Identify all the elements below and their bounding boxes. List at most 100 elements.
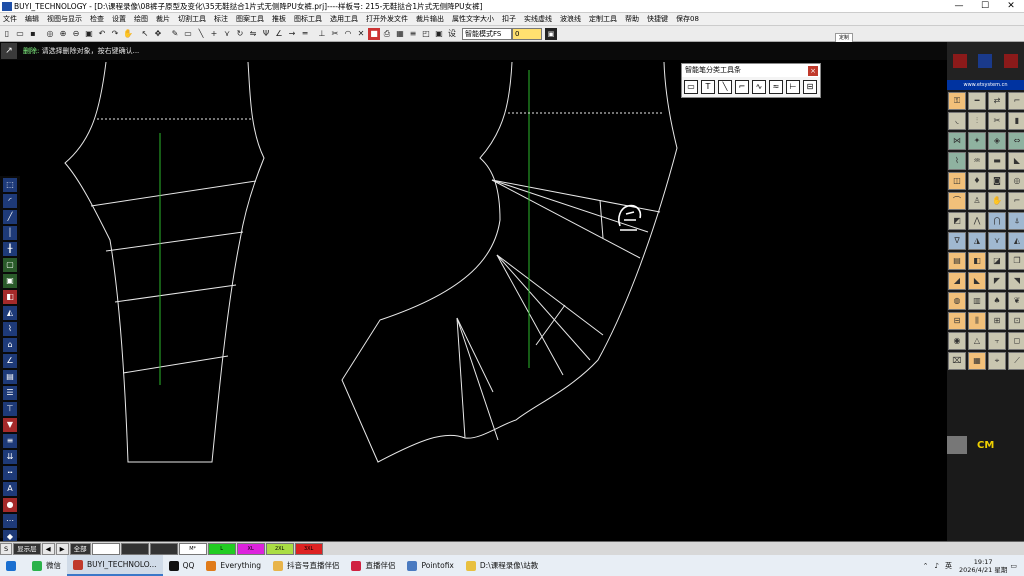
menu-item-pattern-tools[interactable]: 图案工具 xyxy=(232,14,268,24)
skirt-icon[interactable]: ⋀ xyxy=(968,212,986,230)
taskbar-item[interactable]: BUYI_TECHNOLO... xyxy=(67,555,163,576)
vertical-tool-icon[interactable]: │ xyxy=(3,226,17,240)
dart-tool-icon[interactable]: ⌇ xyxy=(3,322,17,336)
open-file-icon[interactable]: ▭ xyxy=(14,28,26,40)
cup-icon[interactable]: ◩ xyxy=(948,212,966,230)
collar-icon[interactable]: ∇ xyxy=(948,232,966,250)
bracket-pen-icon[interactable]: ⊢ xyxy=(786,80,800,94)
pointer-mode-icon[interactable]: ↗ xyxy=(1,43,17,59)
cuff-icon[interactable]: ◮ xyxy=(968,232,986,250)
smart-pen-toolbar-close[interactable]: × xyxy=(808,66,818,76)
print-icon[interactable]: ⎙ xyxy=(381,28,393,40)
mirror-icon[interactable]: ⇋ xyxy=(247,28,259,40)
menu-item-annotate[interactable]: 标注 xyxy=(210,14,232,24)
ime-indicator[interactable]: 英 xyxy=(945,561,952,571)
corner-pen-icon[interactable]: ⌐ xyxy=(735,80,749,94)
column-icon[interactable]: ▥ xyxy=(968,292,986,310)
copy-icon[interactable]: ❐ xyxy=(1008,252,1024,270)
key-tool-icon[interactable]: ⚿ xyxy=(948,92,966,110)
zoom-in-icon[interactable]: ⊕ xyxy=(57,28,69,40)
nav-right-button[interactable]: ▶ xyxy=(55,542,69,555)
gear-icon[interactable] xyxy=(947,436,967,454)
mode-select[interactable]: 智能模式FS xyxy=(462,27,512,40)
table-tool-icon[interactable]: ▤ xyxy=(3,370,17,384)
value-input[interactable]: 0 xyxy=(512,27,542,40)
hidden-tool-icon[interactable]: ⋯ xyxy=(3,514,17,528)
tape-measure-icon[interactable]: ⊟ xyxy=(948,312,966,330)
fit-icon[interactable]: ▣ xyxy=(83,28,95,40)
menu-item-pieces[interactable]: 裁片 xyxy=(152,14,174,24)
size-swatch[interactable] xyxy=(120,542,149,555)
redo-icon[interactable]: ↷ xyxy=(109,28,121,40)
bucket-icon[interactable]: ◍ xyxy=(948,292,966,310)
menu-item-save08[interactable]: 保存08 xyxy=(672,14,703,24)
bulb-icon[interactable]: ♦ xyxy=(968,172,986,190)
shoe-icon[interactable]: ◣ xyxy=(1008,152,1024,170)
hand-icon[interactable]: ✋ xyxy=(122,28,134,40)
apply-icon[interactable]: ▣ xyxy=(545,27,557,40)
square-icon[interactable]: ◻ xyxy=(1008,332,1024,350)
marker-icon[interactable]: ⫶ xyxy=(968,112,986,130)
parallel-icon[interactable]: ═ xyxy=(299,28,311,40)
rotate-icon[interactable]: ↻ xyxy=(234,28,246,40)
t-pen-icon[interactable]: T xyxy=(701,80,715,94)
bars-icon[interactable]: ⫼ xyxy=(968,312,986,330)
roll-icon[interactable]: ◉ xyxy=(948,332,966,350)
display-layer-button[interactable]: 显示层 xyxy=(13,542,41,555)
drawing-canvas[interactable] xyxy=(20,60,946,541)
settings-icon[interactable]: 设 xyxy=(446,28,458,40)
frame-tool-icon[interactable]: ▢ xyxy=(3,258,17,272)
arrow-right-icon[interactable]: → xyxy=(286,28,298,40)
menu-item-file[interactable]: 文件 xyxy=(0,14,21,24)
unit-label[interactable]: CM xyxy=(977,440,994,451)
new-file-icon[interactable]: ▯ xyxy=(1,28,13,40)
rect-pen-icon[interactable]: ▭ xyxy=(684,80,698,94)
minimize-button[interactable]: — xyxy=(946,1,972,11)
menu-item-buttons[interactable]: 扣子 xyxy=(498,14,520,24)
taskbar-item[interactable]: 抖音号直播伴侣 xyxy=(267,555,346,576)
menu-item-custom-tools[interactable]: 定制工具 xyxy=(585,14,621,24)
pleat-icon[interactable]: Ψ xyxy=(260,28,272,40)
color-icon[interactable]: ■ xyxy=(368,27,380,40)
measure-icon[interactable]: ⌖ xyxy=(988,352,1006,370)
bomb-tool-icon[interactable]: ● xyxy=(3,498,17,512)
taskbar-item[interactable]: Pointofix xyxy=(401,555,459,576)
grade-tool-icon[interactable]: ≡ xyxy=(3,434,17,448)
sew-icon[interactable]: ♒ xyxy=(968,152,986,170)
menu-item-cut-tools[interactable]: 切割工具 xyxy=(174,14,210,24)
scissors-tool-icon[interactable]: ✂ xyxy=(988,112,1006,130)
split-tool-icon[interactable]: ╫ xyxy=(3,242,17,256)
chevron-up-icon[interactable]: ⌃ xyxy=(923,562,929,570)
curve-tool-icon[interactable]: ◜ xyxy=(3,194,17,208)
line-measure-icon[interactable]: ━ xyxy=(968,92,986,110)
menu-item-open-external[interactable]: 打开外发文件 xyxy=(362,14,412,24)
undo-icon[interactable]: ↶ xyxy=(96,28,108,40)
size-swatch[interactable]: L xyxy=(207,542,236,555)
dash-tool-icon[interactable]: ┅ xyxy=(3,466,17,480)
move-icon[interactable]: ✥ xyxy=(152,28,164,40)
scissors-icon[interactable]: ✂ xyxy=(329,28,341,40)
size-swatch[interactable] xyxy=(149,542,178,555)
belt-icon[interactable]: ▬ xyxy=(988,152,1006,170)
fill-icon[interactable]: ◪ xyxy=(988,252,1006,270)
shirt-icon[interactable]: ♙ xyxy=(968,192,986,210)
smart-pen-icon[interactable]: ✎ xyxy=(169,28,181,40)
tape-icon[interactable]: ⌐ xyxy=(1008,92,1024,110)
doc-icon[interactable]: ▤ xyxy=(948,252,966,270)
menu-item-grading[interactable]: 推板 xyxy=(268,14,290,24)
menu-item-edit[interactable]: 编辑 xyxy=(21,14,43,24)
size-swatch[interactable]: XL xyxy=(236,542,265,555)
image-icon[interactable]: ▣ xyxy=(433,28,445,40)
clock[interactable]: 19:17 2026/4/21 星期 xyxy=(959,558,1007,574)
notch-icon[interactable]: ◣ xyxy=(968,272,986,290)
taskbar-item[interactable]: Everything xyxy=(200,555,267,576)
double-wave-pen-icon[interactable]: ≈ xyxy=(769,80,783,94)
menu-item-text-size[interactable]: 属性文字大小 xyxy=(448,14,498,24)
hanger-icon[interactable]: ⌒ xyxy=(948,192,966,210)
all-layers-button[interactable]: 全部 xyxy=(69,542,91,555)
nav-left-button[interactable]: ◀ xyxy=(41,542,55,555)
size-swatch[interactable] xyxy=(91,542,120,555)
sewing-machine-icon[interactable]: ⌧ xyxy=(948,352,966,370)
line-tool-icon[interactable]: ╱ xyxy=(3,210,17,224)
rectangle-icon[interactable]: ▭ xyxy=(182,28,194,40)
